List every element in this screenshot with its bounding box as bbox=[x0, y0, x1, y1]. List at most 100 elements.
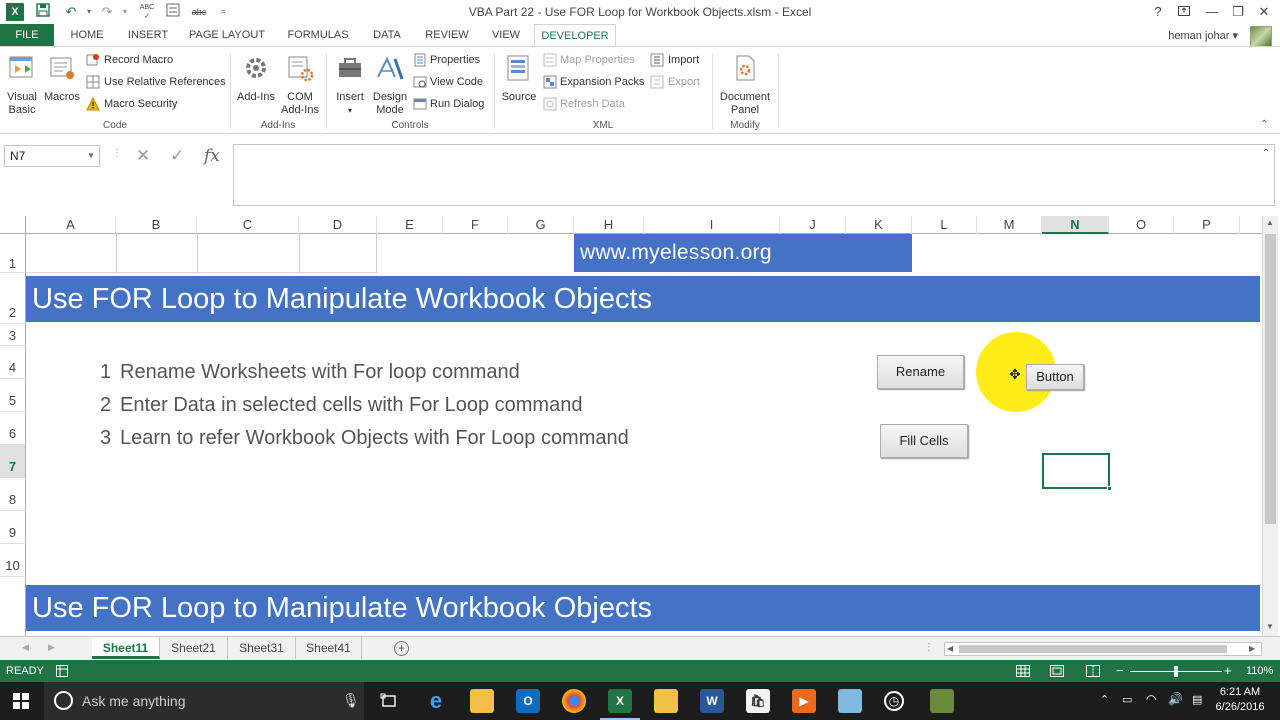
windows-start-icon[interactable] bbox=[13, 693, 29, 709]
tab-developer[interactable]: DEVELOPER bbox=[534, 24, 616, 46]
scroll-up-icon[interactable]: ▲ bbox=[1266, 218, 1274, 227]
worksheet-grid[interactable]: A B C D E F G H I J K L M N O P 1 2 3 4 … bbox=[0, 216, 1280, 636]
add-ins-button[interactable]: Add-Ins bbox=[234, 53, 278, 104]
zoom-slider-thumb[interactable] bbox=[1174, 666, 1178, 677]
expansion-packs-button[interactable]: Expansion Packs bbox=[560, 76, 644, 88]
row-header[interactable]: 3 bbox=[0, 324, 26, 346]
visual-basic-button[interactable]: Visual Basic bbox=[4, 53, 40, 117]
row-header[interactable]: 1 bbox=[0, 234, 26, 273]
sheet-tab[interactable]: Sheet31 bbox=[228, 637, 296, 659]
taskbar-clock[interactable]: 6:21 AM 6/26/2016 bbox=[1214, 685, 1266, 715]
page-break-view-icon[interactable] bbox=[1086, 665, 1100, 677]
user-name[interactable]: heman johar ▾ bbox=[1168, 29, 1238, 42]
column-header[interactable]: H bbox=[574, 216, 644, 234]
app-icon[interactable] bbox=[838, 689, 862, 713]
macro-record-status-icon[interactable] bbox=[56, 665, 68, 677]
avatar[interactable] bbox=[1250, 26, 1272, 48]
tab-formulas[interactable]: FORMULAS bbox=[280, 24, 356, 46]
folder-icon[interactable] bbox=[654, 689, 678, 713]
tab-page-layout[interactable]: PAGE LAYOUT bbox=[182, 24, 272, 46]
sheet-tab-active[interactable]: Sheet11 bbox=[92, 637, 160, 659]
vertical-scrollbar[interactable]: ▲ ▼ bbox=[1262, 216, 1278, 636]
ribbon-display-icon[interactable] bbox=[1170, 2, 1198, 22]
horizontal-scrollbar[interactable]: ◀ ▶ bbox=[944, 642, 1262, 656]
tab-insert[interactable]: INSERT bbox=[120, 24, 176, 46]
row-header-selected[interactable]: 7 bbox=[0, 445, 26, 478]
scroll-left-icon[interactable]: ◀ bbox=[947, 644, 953, 653]
word-icon[interactable]: W bbox=[700, 689, 724, 713]
scroll-thumb-horizontal[interactable] bbox=[959, 645, 1227, 653]
zoom-level[interactable]: 110% bbox=[1246, 665, 1273, 677]
column-header[interactable]: M bbox=[977, 216, 1042, 234]
view-code-button[interactable]: View Code bbox=[430, 76, 483, 88]
fill-handle[interactable] bbox=[1107, 486, 1112, 491]
scroll-down-icon[interactable]: ▼ bbox=[1266, 622, 1274, 631]
column-header[interactable]: O bbox=[1109, 216, 1174, 234]
zoom-in-icon[interactable]: + bbox=[1224, 663, 1232, 678]
macro-security-button[interactable]: Macro Security bbox=[104, 98, 177, 110]
sheet-tab[interactable]: Sheet21 bbox=[160, 637, 228, 659]
name-box-dropdown-icon[interactable]: ▼ bbox=[87, 151, 95, 160]
column-header[interactable]: L bbox=[912, 216, 977, 234]
name-box[interactable]: N7 ▼ bbox=[4, 145, 100, 167]
close-icon[interactable]: ✕ bbox=[1250, 2, 1278, 22]
column-header[interactable]: P bbox=[1174, 216, 1240, 234]
column-header[interactable]: D bbox=[299, 216, 377, 234]
new-sheet-icon[interactable]: + bbox=[394, 641, 409, 656]
row-header[interactable]: 5 bbox=[0, 379, 26, 412]
insert-function-icon[interactable]: fx bbox=[204, 146, 220, 166]
tab-data[interactable]: DATA bbox=[362, 24, 412, 46]
import-button[interactable]: Import bbox=[668, 54, 699, 66]
run-dialog-button[interactable]: Run Dialog bbox=[430, 98, 484, 110]
minimize-icon[interactable]: — bbox=[1198, 2, 1226, 22]
collapse-ribbon-icon[interactable]: ⌃ bbox=[1260, 119, 1268, 130]
task-view-icon[interactable] bbox=[380, 693, 398, 709]
fill-cells-button[interactable]: Fill Cells bbox=[880, 424, 968, 458]
website-url-cell[interactable]: www.myelesson.org bbox=[574, 234, 912, 272]
column-header[interactable]: K bbox=[846, 216, 912, 234]
source-button[interactable]: Source bbox=[500, 53, 538, 104]
com-add-ins-button[interactable]: COM Add-Ins bbox=[278, 53, 322, 117]
tab-review[interactable]: REVIEW bbox=[418, 24, 476, 46]
battery-icon[interactable]: ▭ bbox=[1122, 693, 1132, 706]
store-icon[interactable]: 🛍 bbox=[746, 689, 770, 713]
page-layout-view-icon[interactable] bbox=[1050, 665, 1064, 677]
rename-button[interactable]: Rename bbox=[877, 355, 964, 389]
normal-view-icon[interactable] bbox=[1016, 665, 1030, 677]
column-header[interactable]: J bbox=[780, 216, 846, 234]
column-header[interactable]: C bbox=[197, 216, 299, 234]
file-explorer-icon[interactable] bbox=[470, 689, 494, 713]
cortana-search-box[interactable]: Ask me anything 🎙 bbox=[44, 682, 364, 720]
column-header[interactable]: E bbox=[377, 216, 443, 234]
button-control[interactable]: Button bbox=[1026, 364, 1084, 390]
row-header[interactable]: 9 bbox=[0, 511, 26, 544]
column-header[interactable]: A bbox=[26, 216, 116, 234]
list-item[interactable]: 1 Rename Worksheets with For loop command bbox=[100, 361, 520, 384]
clock-app-icon[interactable]: ◷ bbox=[884, 691, 904, 711]
input-icon[interactable]: ▤ bbox=[1192, 693, 1202, 706]
zoom-out-icon[interactable]: − bbox=[1116, 663, 1124, 678]
column-header-selected[interactable]: N bbox=[1042, 216, 1109, 234]
tab-view[interactable]: VIEW bbox=[482, 24, 530, 46]
wifi-icon[interactable]: ◠ bbox=[1146, 692, 1156, 706]
title-banner[interactable]: Use FOR Loop to Manipulate Workbook Obje… bbox=[26, 276, 1260, 322]
column-header[interactable]: I bbox=[644, 216, 780, 234]
volume-icon[interactable]: 🔊 bbox=[1168, 692, 1183, 706]
refresh-data-button[interactable]: Refresh Data bbox=[560, 98, 625, 110]
media-player-icon[interactable]: ▶ bbox=[792, 689, 816, 713]
selected-cell[interactable] bbox=[1042, 453, 1112, 491]
chrome-icon[interactable] bbox=[562, 689, 586, 713]
macros-button[interactable]: Macros bbox=[42, 53, 82, 104]
design-mode-button[interactable]: Design Mode bbox=[370, 53, 410, 117]
restore-icon[interactable]: ❐ bbox=[1224, 2, 1252, 22]
edge-browser-icon[interactable]: e bbox=[424, 689, 448, 713]
outlook-icon[interactable]: O bbox=[516, 689, 540, 713]
row-header[interactable]: 11 bbox=[0, 577, 26, 636]
row-header[interactable]: 2 bbox=[0, 273, 26, 324]
row-header[interactable]: 6 bbox=[0, 412, 26, 445]
microphone-icon[interactable]: 🎙 bbox=[342, 692, 360, 709]
cancel-icon[interactable]: ✕ bbox=[136, 146, 150, 166]
tab-home[interactable]: HOME bbox=[60, 24, 114, 46]
list-item[interactable]: 2 Enter Data in selected cells with For L… bbox=[100, 394, 582, 417]
row-header[interactable]: 10 bbox=[0, 544, 26, 577]
